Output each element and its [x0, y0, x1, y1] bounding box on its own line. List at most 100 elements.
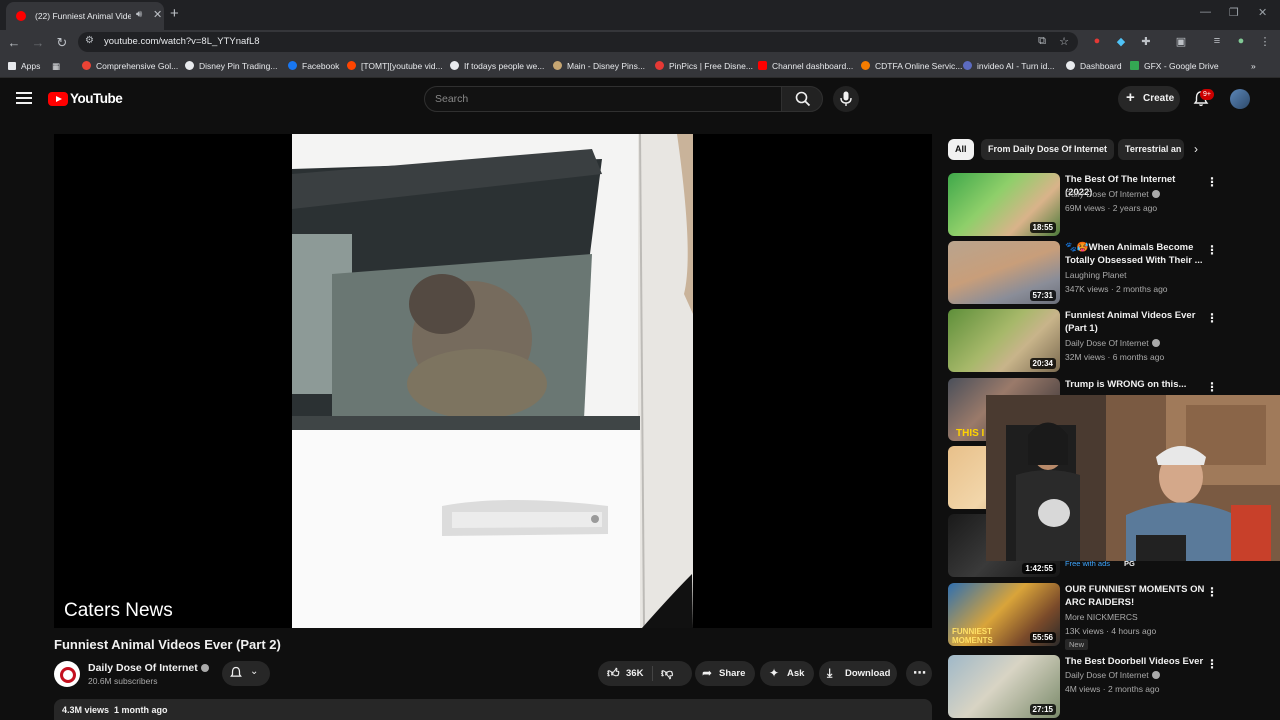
duration-badge: 20:34	[1029, 358, 1056, 369]
reddit-icon	[347, 61, 356, 70]
video-thumbnail[interactable]: FUNNIEST MOMENTS 55:56	[948, 583, 1060, 646]
more-vert-icon[interactable]: ⋮	[1206, 585, 1218, 599]
video-thumbnail[interactable]: 20:34	[948, 309, 1060, 372]
duration-badge: 55:56	[1029, 632, 1056, 643]
subscription-bell-button[interactable]: ⌄	[222, 661, 270, 686]
chip-terrestrial[interactable]: Terrestrial an	[1118, 139, 1184, 160]
speaker-icon[interactable]: 🔊︎	[136, 9, 142, 20]
search-icon	[795, 91, 811, 107]
channel-text: Daily Dose Of Internet	[1065, 189, 1149, 199]
browser-tab-strip: (22) Funniest Animal Videos 🔊︎ ✕ + — ❐ ✕	[0, 0, 1280, 30]
bookmark-label: Disney Pin Trading...	[199, 61, 278, 71]
voice-search-button[interactable]	[833, 86, 859, 112]
recommendation-title: 🐾🥵When Animals Become Totally Obsessed W…	[1065, 242, 1203, 266]
new-tab-button[interactable]: +	[170, 5, 179, 22]
duration-badge: 18:55	[1029, 222, 1056, 233]
create-button[interactable]: + Create	[1118, 86, 1180, 112]
download-icon: ⤓	[827, 666, 833, 680]
more-horizontal-icon: ⋯	[913, 665, 926, 680]
bookmark-item[interactable]: Disney Pin Trading...	[185, 61, 277, 71]
download-button[interactable]: ⤓ Download	[819, 661, 897, 686]
apps-grid-icon	[8, 62, 16, 70]
more-bookmarks-icon[interactable]: »	[1251, 61, 1256, 71]
video-thumbnail[interactable]: 27:15	[948, 655, 1060, 718]
install-app-icon[interactable]: ⧉	[1034, 35, 1050, 48]
search-button[interactable]	[781, 86, 823, 112]
like-icon[interactable]: 👍︎	[607, 666, 620, 681]
channel-avatar[interactable]	[54, 661, 80, 687]
bookmark-label: invideo AI - Turn id...	[977, 61, 1055, 71]
channel-name[interactable]: Daily Dose Of Internet	[88, 662, 209, 674]
reload-icon[interactable]: ↻	[54, 35, 70, 51]
dislike-icon[interactable]: 👎︎	[661, 666, 673, 681]
channel-name-text: Daily Dose Of Internet	[88, 662, 198, 674]
menu-icon[interactable]	[16, 92, 32, 106]
bookmark-item[interactable]: invideo AI - Turn id...	[963, 61, 1054, 71]
profile-icon[interactable]: ●	[1233, 35, 1249, 47]
split-view-icon[interactable]: ▣	[1173, 35, 1189, 48]
chip-from-channel[interactable]: From Daily Dose Of Internet	[981, 139, 1115, 160]
video-thumbnail[interactable]: 18:55	[948, 173, 1060, 236]
recommendation-card[interactable]: 27:15 The Best Doorbell Videos Ever Dail…	[948, 655, 1268, 719]
bookmark-item[interactable]: CDTFA Online Servic...	[861, 61, 962, 71]
search-input[interactable]	[433, 91, 763, 107]
verified-check-icon	[1151, 339, 1160, 347]
download-label: Download	[845, 668, 891, 679]
minimize-icon[interactable]: —	[1200, 6, 1211, 18]
recommendation-card[interactable]: 57:31 🐾🥵When Animals Become Totally Obse…	[948, 241, 1268, 305]
video-frame[interactable]	[292, 134, 693, 628]
bookmark-label: Channel dashboard...	[772, 61, 854, 71]
bookmark-item[interactable]: [TOMT][youtube vid...	[347, 61, 443, 71]
extension-blue-icon[interactable]: ◆	[1113, 35, 1129, 48]
bookmark-star-icon[interactable]: ☆	[1056, 35, 1072, 48]
more-vert-icon[interactable]: ⋮	[1206, 380, 1218, 394]
bookmark-apps[interactable]: Apps	[8, 61, 40, 71]
description-box[interactable]: 4.3M views 1 month ago	[54, 699, 932, 720]
bookmark-label: CDTFA Online Servic...	[875, 61, 963, 71]
video-thumbnail[interactable]: 57:31	[948, 241, 1060, 304]
bookmark-item[interactable]: PinPics | Free Disne...	[655, 61, 753, 71]
maximize-icon[interactable]: ❐	[1229, 6, 1239, 19]
extension-red-icon[interactable]: ●	[1089, 35, 1105, 47]
address-bar[interactable]: ⚙ youtube.com/watch?v=8L_YTYnafL8	[78, 32, 1078, 52]
recommendation-card[interactable]: 20:34 Funniest Animal Videos Ever (Part …	[948, 309, 1268, 373]
recommendation-channel: More NICKMERCS	[1065, 612, 1138, 622]
bookmark-item[interactable]: Main - Disney Pins...	[553, 61, 645, 71]
bookmark-item[interactable]: Comprehensive Gol...	[82, 61, 178, 71]
more-vert-icon[interactable]: ⋮	[1206, 243, 1218, 257]
ask-button[interactable]: ✦ Ask	[760, 661, 814, 686]
search-box	[424, 86, 782, 112]
media-control-icon[interactable]: ≡	[1209, 35, 1225, 47]
window-close-icon[interactable]: ✕	[1258, 6, 1267, 19]
youtube-logo-text[interactable]: YouTube	[70, 91, 123, 106]
tab-groups-icon[interactable]: ▦	[52, 61, 60, 72]
account-avatar[interactable]	[1230, 89, 1250, 109]
recommendation-title: Trump is WRONG on this...	[1065, 379, 1187, 390]
youtube-logo-icon[interactable]	[48, 92, 68, 106]
more-actions-button[interactable]: ⋯	[906, 661, 932, 686]
duration-badge: 27:15	[1029, 704, 1056, 715]
extensions-puzzle-icon[interactable]: ✚	[1138, 35, 1154, 48]
more-vert-icon[interactable]: ⋮	[1206, 175, 1218, 189]
bookmark-item[interactable]: GFX - Google Drive	[1130, 61, 1219, 71]
bookmark-item[interactable]: If todays people we...	[450, 61, 544, 71]
like-count[interactable]: 36K	[626, 668, 643, 679]
more-vert-icon[interactable]: ⋮	[1206, 311, 1218, 325]
recommendation-card[interactable]: 18:55 The Best Of The Internet (2022) Da…	[948, 173, 1268, 237]
recommendation-card[interactable]: FUNNIEST MOMENTS 55:56 OUR FUNNIEST MOME…	[948, 583, 1268, 650]
share-button[interactable]: ➦ Share	[695, 661, 755, 686]
browser-tab[interactable]: (22) Funniest Animal Videos 🔊︎ ✕	[6, 2, 164, 30]
recommendation-title: OUR FUNNIEST MOMENTS ON ARC RAIDERS!	[1065, 584, 1205, 608]
back-icon[interactable]: ←	[6, 35, 22, 50]
bookmark-item[interactable]: Channel dashboard...	[758, 61, 853, 71]
recommendation-channel: Daily Dose Of Internet	[1065, 338, 1160, 348]
more-vert-icon[interactable]: ⋮	[1206, 657, 1218, 671]
bookmark-item[interactable]: Facebook	[288, 61, 339, 71]
chip-all[interactable]: All	[948, 139, 974, 160]
chrome-menu-icon[interactable]: ⋮	[1257, 35, 1273, 48]
bookmark-item[interactable]: Dashboard	[1066, 61, 1122, 71]
forward-icon[interactable]: →	[30, 35, 46, 50]
close-tab-icon[interactable]: ✕	[153, 8, 162, 21]
chips-next-icon[interactable]: ›	[1194, 142, 1198, 156]
site-info-icon[interactable]: ⚙	[85, 35, 94, 46]
